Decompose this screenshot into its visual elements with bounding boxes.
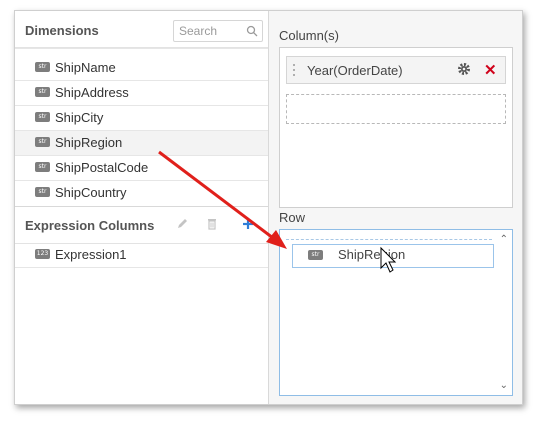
field-label: ShipCountry [55, 185, 127, 200]
gear-icon[interactable] [457, 62, 471, 76]
dimensions-header: Dimensions Search [15, 11, 268, 48]
column-item-label: Year(OrderDate) [307, 63, 403, 78]
search-icon[interactable] [246, 25, 258, 37]
columns-drop-zone[interactable] [286, 94, 506, 124]
left-panel: Dimensions Search str ShipName str ShipA… [15, 11, 269, 404]
field-label: ShipAddress [55, 85, 129, 100]
list-item[interactable] [15, 48, 268, 49]
chevron-up-icon[interactable]: ⌃ [500, 234, 508, 245]
list-item[interactable]: str ShipPostalCode [15, 156, 268, 181]
search-placeholder: Search [179, 24, 218, 38]
list-item[interactable]: str ShipName [15, 56, 268, 81]
list-item[interactable]: str ShipCountry [15, 181, 268, 204]
list-item[interactable]: str ShipCity [15, 106, 268, 131]
field-label: ShipCity [55, 110, 104, 125]
drag-handle-icon[interactable] [292, 62, 296, 78]
field-label: Expression1 [55, 247, 127, 262]
right-panel: Column(s) Year(OrderDate) ✕ Row str Ship… [269, 11, 522, 404]
field-label: ShipPostalCode [55, 160, 149, 175]
field-label: ShipName [55, 60, 116, 75]
dimension-field-list[interactable]: str ShipName str ShipAddress str ShipCit… [15, 48, 268, 204]
string-type-badge: str [35, 62, 50, 72]
list-item[interactable]: 123 Expression1 [15, 243, 268, 268]
row-drop-area[interactable]: str ShipRegion ⌃ ⌄ [279, 229, 513, 396]
trash-icon[interactable] [205, 217, 219, 231]
search-input[interactable]: Search [173, 20, 263, 42]
expression-columns-title: Expression Columns [25, 218, 155, 233]
row-label: Row [279, 210, 306, 225]
close-icon[interactable]: ✕ [484, 61, 497, 79]
pivot-field-list-window: Dimensions Search str ShipName str ShipA… [14, 10, 523, 405]
dragging-field-label: ShipRegion [338, 247, 406, 262]
chevron-down-icon[interactable]: ⌄ [500, 380, 508, 391]
string-type-badge: str [35, 87, 50, 97]
column-item[interactable]: Year(OrderDate) ✕ [286, 56, 506, 84]
columns-drop-area[interactable]: Year(OrderDate) ✕ [279, 47, 513, 208]
plus-icon[interactable] [241, 217, 255, 231]
string-type-badge: str [308, 250, 323, 260]
number-type-badge: 123 [35, 249, 50, 259]
dragging-field-item[interactable]: str ShipRegion [292, 244, 492, 266]
string-type-badge: str [35, 187, 50, 197]
expression-columns-header: Expression Columns [15, 206, 268, 244]
list-item-selected[interactable]: str ShipRegion [15, 131, 268, 156]
field-label: ShipRegion [55, 135, 123, 150]
string-type-badge: str [35, 137, 50, 147]
pencil-icon[interactable] [175, 217, 189, 231]
columns-label: Column(s) [279, 28, 339, 43]
list-item[interactable]: str ShipAddress [15, 81, 268, 106]
string-type-badge: str [35, 162, 50, 172]
string-type-badge: str [35, 112, 50, 122]
dimensions-title: Dimensions [25, 23, 99, 38]
